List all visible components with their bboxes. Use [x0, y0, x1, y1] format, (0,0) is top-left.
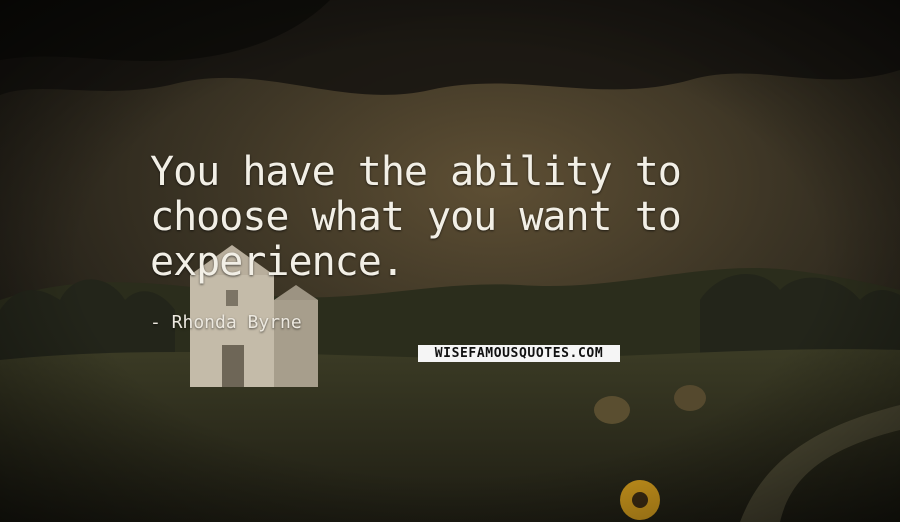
- quote-image: You have the ability to choose what you …: [0, 0, 900, 522]
- quote-text: You have the ability to choose what you …: [150, 149, 682, 285]
- quote-author: - Rhonda Byrne: [150, 312, 302, 333]
- site-watermark: WISEFAMOUSQUOTES.COM: [418, 345, 620, 362]
